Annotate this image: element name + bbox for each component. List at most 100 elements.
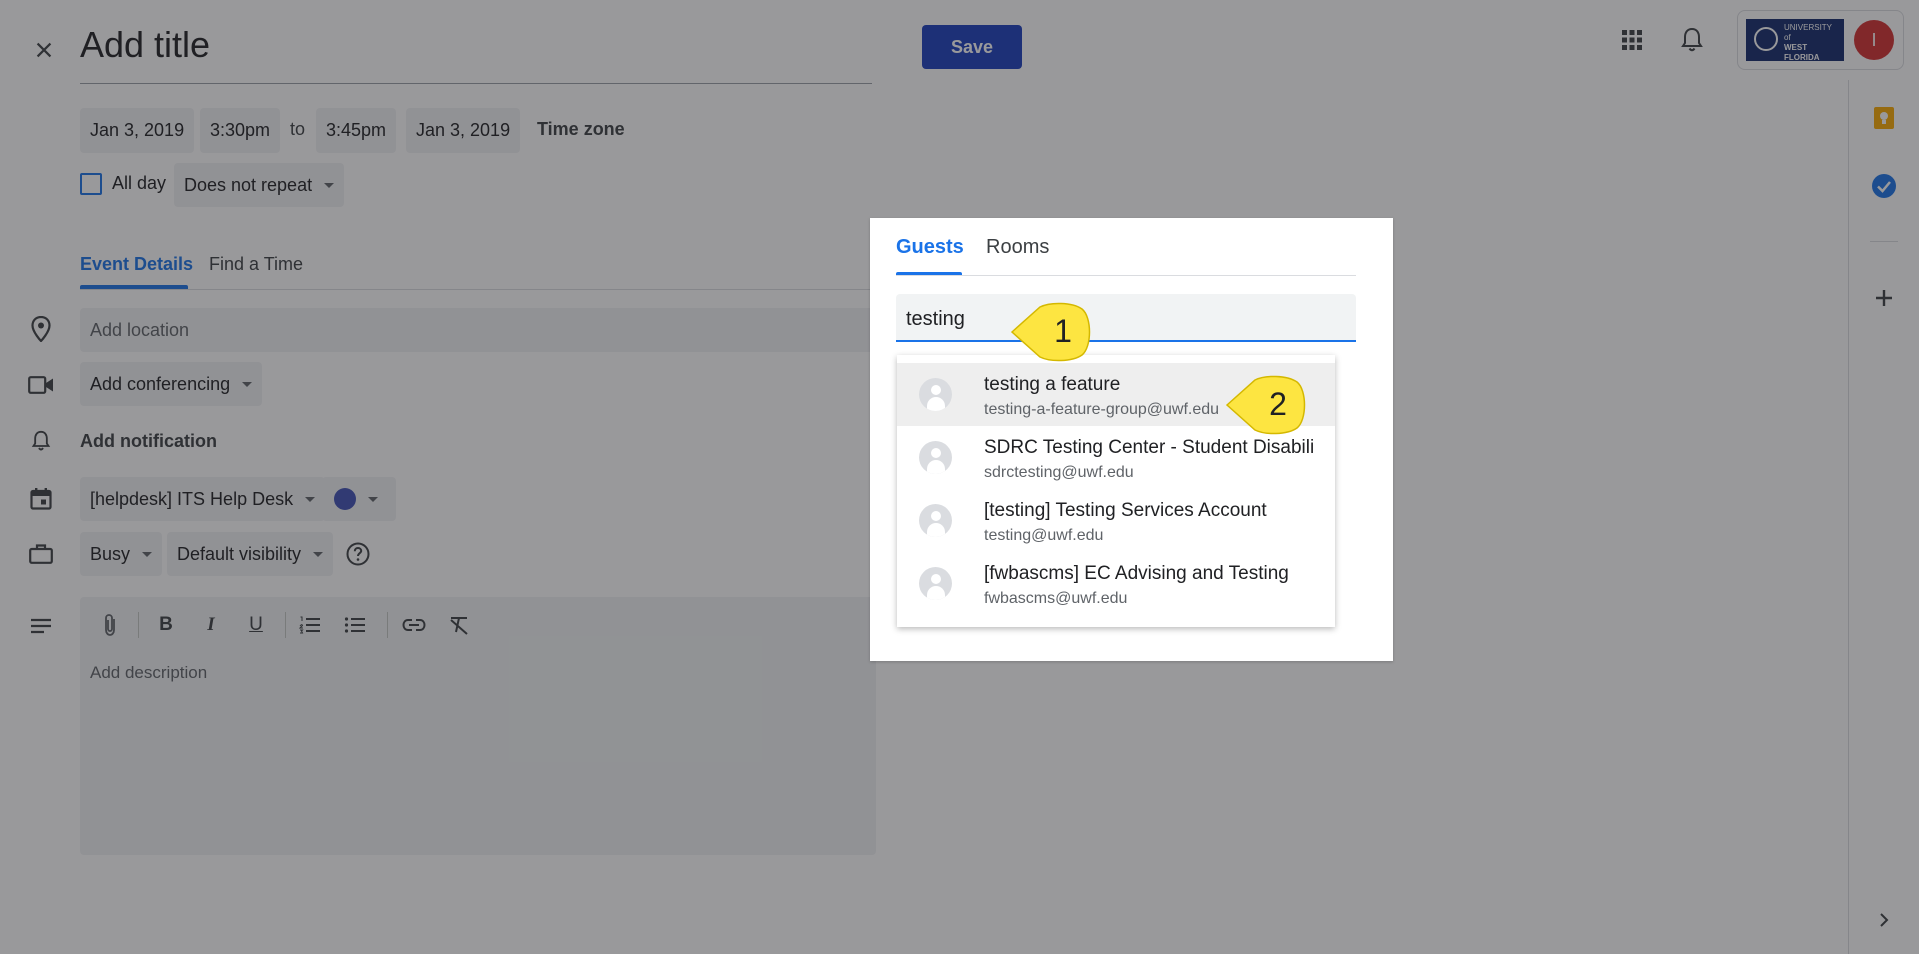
chevron-down-icon [313, 551, 324, 557]
toolbar-divider [285, 612, 286, 638]
tasks-check-icon[interactable] [1866, 168, 1902, 204]
formatting-toolbar: B I U [80, 597, 876, 653]
chevron-down-icon [305, 496, 316, 502]
suggestion-email: sdrctesting@uwf.edu [984, 464, 1134, 481]
chevron-down-icon [242, 381, 253, 387]
link-icon[interactable] [400, 611, 428, 639]
briefcase-icon [26, 539, 56, 569]
start-time-label: 3:30pm [210, 120, 271, 140]
start-date-label: Jan 3, 2019 [90, 120, 185, 140]
bold-icon[interactable]: B [152, 611, 180, 639]
tab-rooms-label: Rooms [986, 236, 1050, 258]
save-button[interactable]: Save [922, 25, 1022, 69]
remove-formatting-icon[interactable] [445, 611, 473, 639]
all-day-checkbox[interactable] [80, 173, 102, 195]
keep-lightbulb-icon[interactable] [1866, 100, 1902, 136]
tab-event-details[interactable]: Event Details [80, 254, 193, 275]
list-item[interactable]: [fwbascms] EC Advising and Testing fwbas… [897, 552, 1335, 615]
end-date-label: Jan 3, 2019 [416, 120, 511, 140]
italic-icon[interactable]: I [197, 611, 225, 639]
apps-grid-icon[interactable] [1616, 24, 1648, 56]
chevron-right-icon[interactable] [1870, 906, 1898, 934]
video-camera-icon [26, 370, 56, 400]
person-avatar-icon [919, 567, 952, 600]
tab-rooms[interactable]: Rooms [986, 236, 1049, 276]
description-placeholder: Add description [90, 663, 208, 682]
location-pin-icon [26, 314, 56, 344]
person-avatar-icon [919, 378, 952, 411]
underline-icon[interactable]: U [242, 611, 270, 639]
calendar-icon [26, 484, 56, 514]
end-date-chip[interactable]: Jan 3, 2019 [406, 108, 521, 153]
title-underline [80, 83, 872, 84]
avatar[interactable]: I [1854, 20, 1894, 60]
person-avatar-icon [919, 441, 952, 474]
to-label: to [290, 119, 306, 139]
repeat-dropdown[interactable]: Does not repeat [174, 163, 345, 207]
calendar-value: [helpdesk] ITS Help Desk [90, 488, 294, 509]
suggestion-name: [fwbascms] EC Advising and Testing [984, 563, 1289, 584]
suggestion-name: [testing] Testing Services Account [984, 500, 1267, 521]
repeat-value: Does not repeat [184, 174, 313, 195]
numbered-list-icon[interactable] [296, 611, 324, 639]
add-addon-plus-icon[interactable] [1866, 280, 1902, 316]
start-time-chip[interactable]: 3:30pm [200, 108, 281, 153]
logo-emblem-icon [1754, 27, 1778, 51]
tab-guests[interactable]: Guests [896, 236, 964, 276]
step-callout-1: 1 [1010, 301, 1092, 363]
suggestion-email: testing-a-feature-group@uwf.edu [984, 401, 1220, 418]
guest-search-value: testing [906, 308, 965, 330]
tab-find-a-time[interactable]: Find a Time [209, 254, 303, 275]
all-day-label: All day [112, 173, 167, 193]
end-time-chip[interactable]: 3:45pm [316, 108, 397, 153]
bulleted-list-icon[interactable] [341, 611, 369, 639]
account-switcher[interactable]: UNIVERSITY of WEST FLORIDA FACULTY & STA… [1737, 10, 1904, 71]
description-editor[interactable]: B I U Add description [80, 597, 876, 855]
notifications-bell-icon[interactable] [1676, 24, 1708, 56]
chevron-down-icon [142, 551, 153, 557]
conferencing-label: Add conferencing [90, 373, 231, 394]
toolbar-divider [387, 612, 388, 638]
step-callout-2-number: 2 [1269, 386, 1287, 422]
chevron-down-icon [324, 182, 335, 188]
event-color-dropdown[interactable] [322, 477, 396, 521]
side-panel-divider [1848, 80, 1849, 954]
suggestion-email: fwbascms@uwf.edu [984, 590, 1128, 607]
end-time-label: 3:45pm [326, 120, 387, 140]
add-notification-button[interactable]: Add notification [80, 431, 217, 452]
step-callout-2: 2 [1225, 374, 1307, 436]
guest-tabs-divider [896, 275, 1356, 276]
busy-dropdown[interactable]: Busy [80, 532, 163, 576]
start-date-chip[interactable]: Jan 3, 2019 [80, 108, 195, 153]
close-icon[interactable] [28, 34, 60, 66]
guest-panel: Guests Rooms testing testing a feature t… [870, 218, 1393, 661]
add-conferencing-dropdown[interactable]: Add conferencing [80, 362, 263, 406]
side-panel-separator [1870, 241, 1898, 242]
logo-text-1: UNIVERSITY of [1784, 23, 1832, 42]
guest-search-input[interactable]: testing [896, 294, 1356, 342]
avatar-letter: I [1871, 29, 1877, 50]
toolbar-divider [138, 612, 139, 638]
person-avatar-icon [919, 504, 952, 537]
location-placeholder: Add location [90, 320, 190, 340]
calendar-dropdown[interactable]: [helpdesk] ITS Help Desk [80, 477, 326, 521]
tabs-divider [80, 289, 872, 290]
logo-text-3: FACULTY & STAFF [1784, 65, 1837, 71]
step-callout-1-number: 1 [1054, 313, 1072, 349]
list-item[interactable]: [testing] Testing Services Account testi… [897, 489, 1335, 552]
suggestion-name: SDRC Testing Center - Student Disabili [984, 437, 1315, 458]
chevron-down-icon [368, 496, 378, 502]
attachment-paperclip-icon[interactable] [96, 611, 124, 639]
uwf-logo: UNIVERSITY of WEST FLORIDA FACULTY & STA… [1746, 19, 1844, 71]
visibility-value: Default visibility [177, 543, 302, 564]
save-button-label: Save [950, 36, 994, 57]
title-input[interactable]: Add title [80, 24, 210, 66]
timezone-button[interactable]: Time zone [537, 119, 625, 140]
busy-value: Busy [90, 543, 131, 564]
description-lines-icon [26, 611, 56, 641]
notification-bell-icon [26, 426, 56, 456]
tab-guests-label: Guests [896, 236, 964, 258]
location-input[interactable]: Add location [80, 308, 876, 352]
visibility-dropdown[interactable]: Default visibility [167, 532, 334, 576]
help-question-icon[interactable] [343, 539, 373, 569]
